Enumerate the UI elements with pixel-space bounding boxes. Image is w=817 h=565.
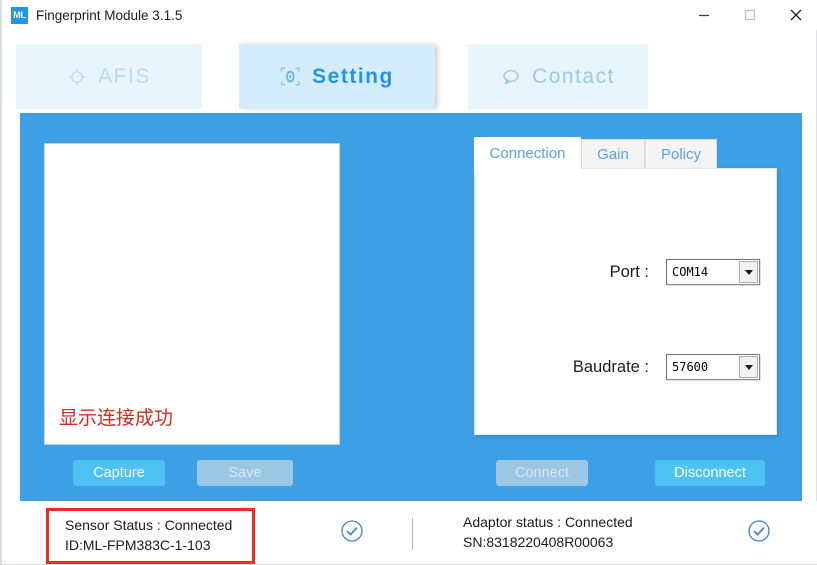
sensor-id-text: ID:ML-FPM383C-1-103 bbox=[65, 537, 211, 553]
status-bar: Sensor Status : Connected ID:ML-FPM383C-… bbox=[2, 501, 817, 565]
tab-policy[interactable]: Policy bbox=[645, 139, 717, 169]
nav-tab-afis-label: AFIS bbox=[98, 64, 151, 88]
maximize-icon[interactable] bbox=[727, 0, 773, 30]
ml-logo-icon: ML bbox=[11, 6, 28, 24]
preview-annotation-text: 显示连接成功 bbox=[59, 407, 174, 429]
baudrate-select[interactable]: 57600 bbox=[666, 354, 760, 380]
main-content-panel: 显示连接成功 Capture Save Connect Disconnect C… bbox=[20, 113, 802, 501]
tab-gain-label: Gain bbox=[597, 146, 629, 163]
adaptor-status-cell: Adaptor status : Connected SN:8318220408… bbox=[442, 501, 782, 565]
tab-policy-label: Policy bbox=[660, 146, 701, 163]
application-window: ML Fingerprint Module 3.1.5 AFIS Setting… bbox=[0, 0, 817, 565]
speech-bubble-icon bbox=[501, 67, 521, 87]
fingerprint-preview-area[interactable]: 显示连接成功 bbox=[44, 143, 340, 445]
adaptor-status-text: Adaptor status : Connected bbox=[463, 514, 633, 530]
close-icon[interactable] bbox=[773, 0, 817, 30]
baudrate-label: Baudrate : bbox=[572, 357, 649, 376]
nav-tab-setting-label: Setting bbox=[312, 64, 394, 88]
check-circle-icon bbox=[340, 519, 364, 543]
capture-button[interactable]: Capture bbox=[73, 460, 165, 486]
main-navigation: AFIS Setting Contact bbox=[2, 44, 817, 109]
nav-tab-setting[interactable]: Setting bbox=[239, 44, 435, 109]
crosshair-target-icon bbox=[67, 67, 87, 87]
tab-connection-label: Connection bbox=[489, 145, 566, 162]
tab-connection[interactable]: Connection bbox=[474, 137, 581, 169]
nav-tab-contact-label: Contact bbox=[532, 64, 615, 88]
tab-gain[interactable]: Gain bbox=[581, 139, 645, 169]
check-circle-icon bbox=[747, 519, 771, 543]
save-button: Save bbox=[197, 460, 293, 486]
sensor-status-text: Sensor Status : Connected bbox=[65, 517, 233, 533]
settings-tab-strip: Connection Gain Policy bbox=[474, 137, 777, 169]
window-title: Fingerprint Module 3.1.5 bbox=[36, 7, 183, 23]
sensor-status-cell: Sensor Status : Connected ID:ML-FPM383C-… bbox=[32, 501, 372, 565]
status-divider bbox=[412, 518, 413, 550]
connect-button: Connect bbox=[496, 460, 588, 486]
port-select-value: COM14 bbox=[672, 265, 709, 279]
port-select[interactable]: COM14 bbox=[666, 259, 760, 285]
settings-tab-group: Connection Gain Policy Port : COM14 Baud… bbox=[474, 137, 777, 435]
sensor-status-highlight: Sensor Status : Connected ID:ML-FPM383C-… bbox=[46, 508, 256, 564]
adaptor-sn-text: SN:8318220408R00063 bbox=[463, 534, 614, 550]
adaptor-status-wrap: Adaptor status : Connected SN:8318220408… bbox=[463, 512, 633, 552]
connection-tab-panel: Port : COM14 Baudrate : 57600 bbox=[474, 168, 777, 435]
fingerprint-scan-icon bbox=[280, 66, 301, 87]
nav-tab-contact[interactable]: Contact bbox=[468, 44, 648, 109]
baudrate-select-value: 57600 bbox=[672, 360, 709, 374]
nav-tab-afis[interactable]: AFIS bbox=[16, 44, 202, 109]
chevron-down-icon[interactable] bbox=[739, 261, 758, 283]
baudrate-row: Baudrate : 57600 bbox=[509, 353, 760, 381]
port-label: Port : bbox=[609, 262, 649, 281]
title-bar: ML Fingerprint Module 3.1.5 bbox=[2, 0, 817, 30]
disconnect-button[interactable]: Disconnect bbox=[655, 460, 765, 486]
chevron-down-icon[interactable] bbox=[739, 356, 758, 378]
minimize-icon[interactable] bbox=[681, 0, 727, 30]
port-row: Port : COM14 bbox=[509, 258, 760, 286]
